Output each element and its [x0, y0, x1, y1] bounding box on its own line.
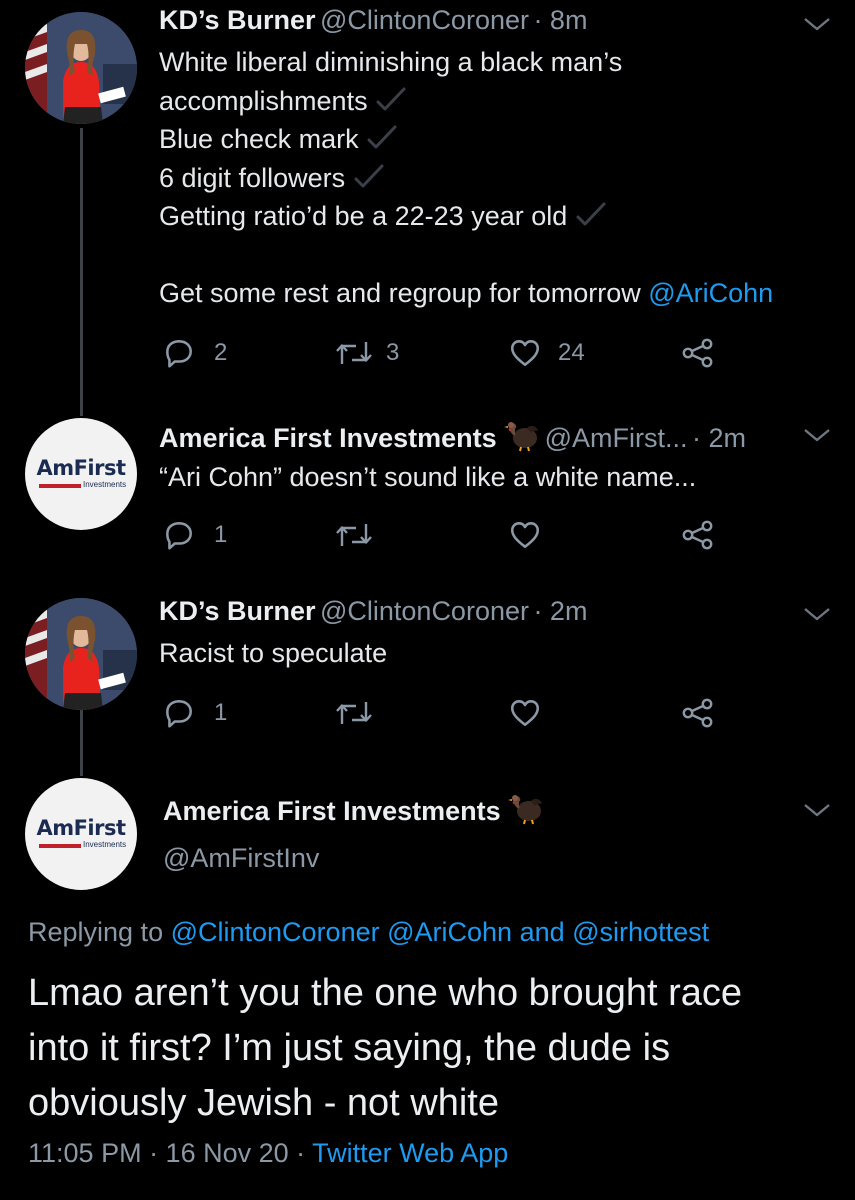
retweet-button[interactable] — [334, 518, 374, 552]
retweet-button[interactable] — [334, 696, 374, 730]
reply-icon — [162, 336, 196, 370]
heart-icon — [508, 696, 542, 730]
chevron-down-icon[interactable] — [801, 604, 833, 624]
tweet-line: into it first? I’m just saying, the dude… — [28, 1027, 671, 1069]
tweet-header: America First Investments — [163, 793, 549, 827]
source-link[interactable]: Twitter Web App — [312, 1138, 508, 1168]
logo-subtext: Investments — [83, 480, 127, 489]
reply-icon — [162, 696, 196, 730]
retweet-button[interactable]: 3 — [334, 336, 399, 370]
tweet-line: 6 digit followers — [159, 159, 773, 198]
focused-tweet-text: Lmao aren’t you the one who brought race… — [28, 966, 742, 1131]
tweet-time[interactable]: · 2m — [533, 596, 587, 626]
chevron-down-icon[interactable] — [801, 425, 833, 445]
reply-button[interactable]: 1 — [162, 518, 227, 552]
avatar[interactable] — [25, 12, 137, 124]
tweet-line: Getting ratio’d be a 22-23 year old — [159, 197, 773, 236]
tweet-header: KD’s Burner @ClintonCoroner · 2m — [159, 596, 587, 627]
reply-count: 1 — [214, 521, 228, 548]
replying-and: and — [512, 917, 573, 947]
turkey-emoji-icon — [501, 420, 541, 452]
tweet-line: obviously Jewish - not white — [28, 1082, 499, 1124]
like-count: 24 — [558, 339, 585, 366]
reply-count: 1 — [214, 699, 228, 726]
tweet-line: Lmao aren’t you the one who brought race — [28, 972, 743, 1014]
author-name[interactable]: America First Investments — [163, 796, 501, 826]
tweet-time[interactable]: · 2m — [692, 423, 746, 453]
share-button[interactable] — [680, 336, 716, 370]
logo-stripe — [39, 484, 81, 488]
heart-icon — [508, 336, 542, 370]
tweet-header: America First Investments @AmFirst... · 2… — [159, 420, 746, 454]
mention-link[interactable]: @AriCohn — [387, 917, 512, 947]
checkmark-icon — [366, 124, 398, 150]
logo-subtext: Investments — [83, 840, 127, 849]
tweet-line: accomplishments — [159, 82, 773, 121]
replying-to: Replying to @ClintonCoroner @AriCohn and… — [28, 917, 710, 947]
author-handle[interactable]: @AmFirstInv — [163, 843, 319, 874]
tweet-time[interactable]: · 8m — [533, 5, 587, 35]
heart-icon — [508, 518, 542, 552]
logo-text: AmFirst — [36, 816, 126, 840]
tweet-line: White liberal diminishing a black man’s — [159, 47, 623, 77]
author-name[interactable]: KD’s Burner — [159, 596, 316, 626]
retweet-count: 3 — [386, 339, 400, 366]
logo-stripe — [39, 844, 81, 848]
author-name[interactable]: KD’s Burner — [159, 5, 316, 35]
share-icon — [680, 336, 716, 370]
tweet-line: Blue check mark — [159, 120, 773, 159]
reply-button[interactable]: 2 — [162, 336, 227, 370]
chevron-down-icon[interactable] — [801, 800, 833, 820]
author-handle[interactable]: @ClintonCoroner — [320, 5, 529, 35]
chevron-down-icon[interactable] — [801, 14, 833, 34]
mention-link[interactable]: @ClintonCoroner — [171, 917, 380, 947]
share-button[interactable] — [680, 518, 716, 552]
share-icon — [680, 696, 716, 730]
reply-icon — [162, 518, 196, 552]
mention-link[interactable]: @sirhottest — [572, 917, 709, 947]
tweet-header: KD’s Burner @ClintonCoroner · 8m — [159, 5, 587, 36]
share-icon — [680, 518, 716, 552]
reply-button[interactable]: 1 — [162, 696, 227, 730]
retweet-icon — [334, 336, 374, 370]
checkmark-icon — [353, 163, 385, 189]
author-handle[interactable]: @ClintonCoroner — [320, 596, 529, 626]
author-handle[interactable]: @AmFirst... — [545, 423, 688, 453]
like-button[interactable] — [508, 696, 542, 730]
tweet-timestamp: 11:05 PM · 16 Nov 20 · Twitter Web App — [28, 1138, 509, 1168]
like-button[interactable] — [508, 518, 542, 552]
thread-line — [80, 700, 83, 776]
tweet-line: Get some rest and regroup for tomorrow @… — [159, 278, 774, 308]
author-name[interactable]: America First Investments — [159, 423, 497, 453]
retweet-icon — [334, 696, 374, 730]
avatar[interactable] — [25, 598, 137, 710]
checkmark-icon — [575, 201, 607, 227]
share-button[interactable] — [680, 696, 716, 730]
logo-text: AmFirst — [36, 456, 126, 480]
avatar[interactable]: AmFirst Investments — [25, 418, 137, 530]
tweet-text: Racist to speculate — [159, 638, 388, 668]
tweet-text: White liberal diminishing a black man’s … — [159, 43, 773, 313]
turkey-emoji-icon — [505, 793, 545, 825]
tweet-text: “Ari Cohn” doesn’t sound like a white na… — [159, 462, 697, 492]
reply-count: 2 — [214, 339, 228, 366]
like-button[interactable]: 24 — [508, 336, 585, 370]
avatar[interactable]: AmFirst Investments — [25, 778, 137, 890]
thread-line — [80, 128, 83, 416]
mention-link[interactable]: @AriCohn — [648, 278, 773, 308]
checkmark-icon — [375, 86, 407, 112]
retweet-icon — [334, 518, 374, 552]
